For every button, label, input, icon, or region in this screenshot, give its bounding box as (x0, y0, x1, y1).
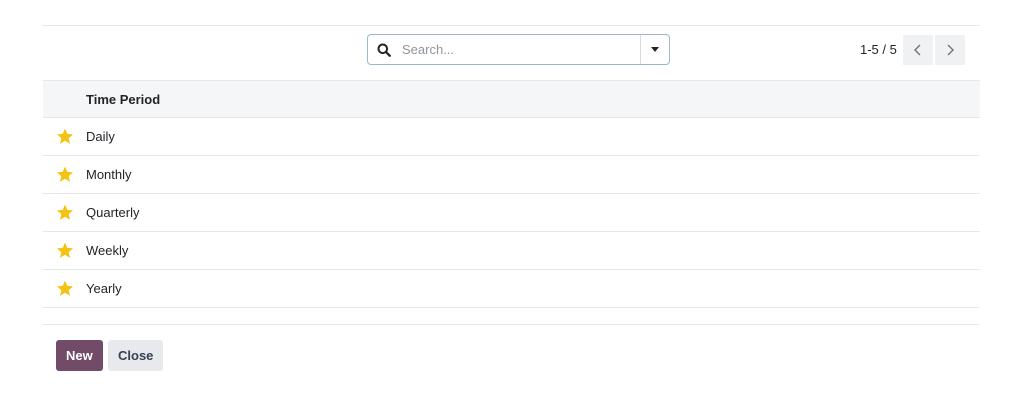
star-icon[interactable] (43, 166, 86, 183)
search-options-toggle[interactable] (640, 35, 669, 64)
list-item[interactable]: Quarterly (43, 194, 980, 232)
pager: 1-5 / 5 (860, 34, 965, 65)
star-icon[interactable] (43, 204, 86, 221)
bottom-divider (43, 324, 980, 325)
search-input[interactable] (398, 35, 640, 64)
new-button[interactable]: New (56, 340, 103, 371)
pager-next-button[interactable] (934, 34, 965, 65)
list-item[interactable]: Yearly (43, 270, 980, 308)
list-item[interactable]: Weekly (43, 232, 980, 270)
search-bar (367, 34, 670, 65)
chevron-right-icon (947, 44, 954, 55)
list-item-label: Daily (86, 129, 115, 144)
list-item-label: Quarterly (86, 205, 140, 220)
list-body: Daily Monthly Quarterly Weekly Yearly (43, 118, 980, 308)
star-icon[interactable] (43, 242, 86, 259)
chevron-left-icon (913, 44, 921, 55)
star-icon[interactable] (43, 280, 86, 297)
caret-down-icon (651, 47, 659, 52)
list-item[interactable]: Monthly (43, 156, 980, 194)
star-icon[interactable] (43, 128, 86, 145)
list-header: Time Period (43, 80, 980, 118)
pager-previous-button[interactable] (902, 34, 933, 65)
time-period-list: Time Period Daily Monthly Quarterly Weekly Y… (43, 80, 980, 308)
list-item-label: Monthly (86, 167, 132, 182)
list-item-label: Yearly (86, 281, 122, 296)
top-divider (43, 25, 980, 26)
list-item-label: Weekly (86, 243, 129, 258)
pager-value[interactable]: 1-5 / 5 (860, 42, 897, 57)
search-icon[interactable] (370, 35, 398, 64)
close-button[interactable]: Close (108, 340, 164, 371)
column-header-time-period[interactable]: Time Period (86, 92, 160, 107)
list-item[interactable]: Daily (43, 118, 980, 156)
